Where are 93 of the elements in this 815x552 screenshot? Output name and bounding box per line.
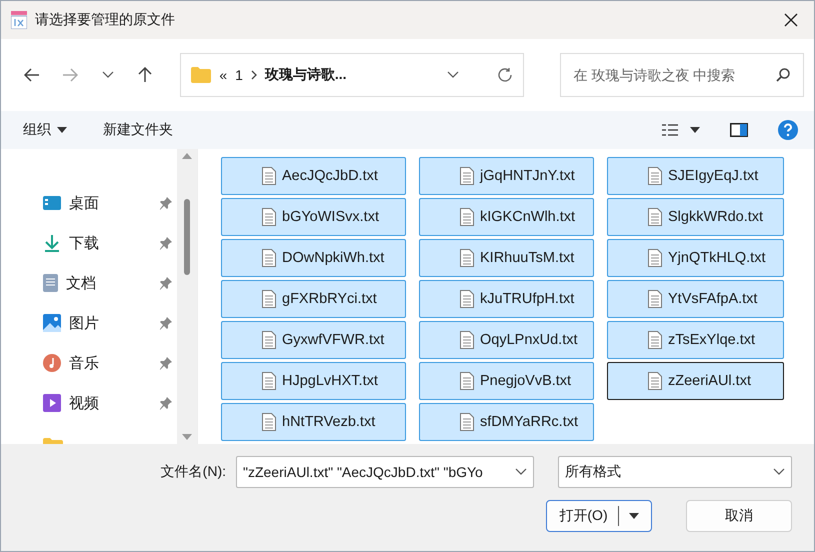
file-item[interactable]: zZeeriAUl.txt [607, 362, 784, 400]
text-file-icon [460, 249, 474, 267]
caret-icon [628, 513, 639, 519]
text-file-icon [648, 372, 662, 390]
text-file-icon [460, 208, 474, 226]
pin-icon [159, 356, 173, 370]
file-item[interactable]: GyxwfVFWR.txt [221, 321, 406, 359]
file-item[interactable]: jGqHNTJnY.txt [419, 157, 594, 195]
new-folder-button[interactable]: 新建文件夹 [103, 121, 173, 139]
file-item[interactable]: HJpgLvHXT.txt [221, 362, 406, 400]
file-item[interactable]: hNtTRVezb.txt [221, 403, 406, 441]
pin-icon [159, 196, 173, 210]
text-file-icon [262, 249, 276, 267]
text-file-icon [262, 290, 276, 308]
text-file-icon [648, 167, 662, 185]
sidebar-item[interactable]: 下载 [11, 223, 177, 263]
file-item[interactable]: gFXRbRYci.txt [221, 280, 406, 318]
cancel-button[interactable]: 取消 [686, 500, 792, 532]
document-icon [43, 274, 58, 292]
download-icon [43, 234, 61, 252]
text-file-icon [648, 249, 662, 267]
file-item[interactable]: SJEIgyEqJ.txt [607, 157, 784, 195]
text-file-icon [648, 208, 662, 226]
forward-arrow-icon [62, 68, 78, 82]
scroll-up-icon[interactable] [182, 153, 192, 159]
file-item[interactable]: bGYoWISvx.txt [221, 198, 406, 236]
breadcrumb[interactable]: 1 [235, 67, 243, 83]
text-file-icon [262, 413, 276, 431]
text-file-icon [648, 331, 662, 349]
music-icon [43, 354, 61, 372]
sidebar-item[interactable]: 图片 [11, 303, 177, 343]
text-file-icon [262, 372, 276, 390]
file-item[interactable]: kIGKCnWlh.txt [419, 198, 594, 236]
video-icon [43, 394, 61, 412]
scrollbar-thumb[interactable] [184, 199, 190, 275]
text-file-icon [262, 208, 276, 226]
picture-icon [43, 314, 61, 332]
text-file-icon [262, 167, 276, 185]
search-field[interactable]: 在 玫瑰与诗歌之夜 中搜索 [560, 53, 804, 97]
file-item[interactable]: SlgkkWRdo.txt [607, 198, 784, 236]
file-item[interactable]: PnegjoVvB.txt [419, 362, 594, 400]
file-item[interactable]: KIRhuuTsM.txt [419, 239, 594, 277]
view-options-icon[interactable] [662, 124, 678, 136]
file-item[interactable]: YtVsFAfpA.txt [607, 280, 784, 318]
breadcrumb[interactable]: 玫瑰与诗歌... [264, 66, 347, 84]
text-file-icon [262, 331, 276, 349]
preview-pane-icon[interactable] [730, 123, 748, 137]
sidebar-item[interactable]: 桌面 [11, 183, 177, 223]
filename-label: 文件名(N): [160, 463, 226, 481]
caret-icon [690, 127, 700, 133]
desktop-icon [43, 196, 61, 210]
text-file-icon [460, 331, 474, 349]
text-file-icon [460, 167, 474, 185]
text-file-icon [460, 413, 474, 431]
chevron-right-icon [250, 70, 257, 80]
text-file-icon [648, 290, 662, 308]
open-button[interactable]: 打开(O) [546, 500, 652, 532]
file-type-dropdown[interactable]: 所有格式 [558, 456, 792, 488]
file-item[interactable]: sfDMYaRRc.txt [419, 403, 594, 441]
chevron-down-icon [773, 468, 785, 476]
breadcrumb-overflow[interactable]: « [219, 67, 228, 83]
up-arrow-icon [138, 67, 152, 83]
back-arrow-icon [24, 68, 40, 82]
scroll-down-icon[interactable] [182, 434, 192, 440]
sidebar-item[interactable]: 音乐 [11, 343, 177, 383]
address-bar[interactable]: « 1 玫瑰与诗歌... [180, 53, 524, 97]
text-file-icon [460, 372, 474, 390]
file-item[interactable]: AecJQcJbD.txt [221, 157, 406, 195]
chevron-down-icon [447, 71, 460, 79]
file-item[interactable]: YjnQTkHLQ.txt [607, 239, 784, 277]
sidebar-item[interactable]: 文档 [11, 263, 177, 303]
close-icon [784, 13, 798, 27]
chevron-down-icon [515, 468, 527, 476]
file-item[interactable]: zTsExYlqe.txt [607, 321, 784, 359]
chevron-down-icon [102, 71, 114, 79]
file-item[interactable]: kJuTRUfpH.txt [419, 280, 594, 318]
help-icon[interactable] [778, 120, 798, 140]
pin-icon [159, 236, 173, 250]
folder-icon [191, 67, 212, 83]
window-title: 请选择要管理的原文件 [35, 11, 176, 29]
organize-menu[interactable]: 组织 [23, 121, 67, 139]
refresh-icon[interactable] [497, 67, 514, 83]
pin-icon [159, 396, 173, 410]
pin-icon [159, 316, 173, 330]
search-icon [776, 68, 790, 82]
caret-icon [57, 127, 67, 133]
filename-field[interactable]: "zZeeriAUl.txt" "AecJQcJbD.txt" "bGYo [236, 456, 534, 488]
pin-icon [159, 276, 173, 290]
file-item[interactable]: OqyLPnxUd.txt [419, 321, 594, 359]
sidebar-item[interactable]: 视频 [11, 383, 177, 423]
app-icon [11, 11, 27, 29]
text-file-icon [460, 290, 474, 308]
file-item[interactable]: DOwNpkiWh.txt [221, 239, 406, 277]
